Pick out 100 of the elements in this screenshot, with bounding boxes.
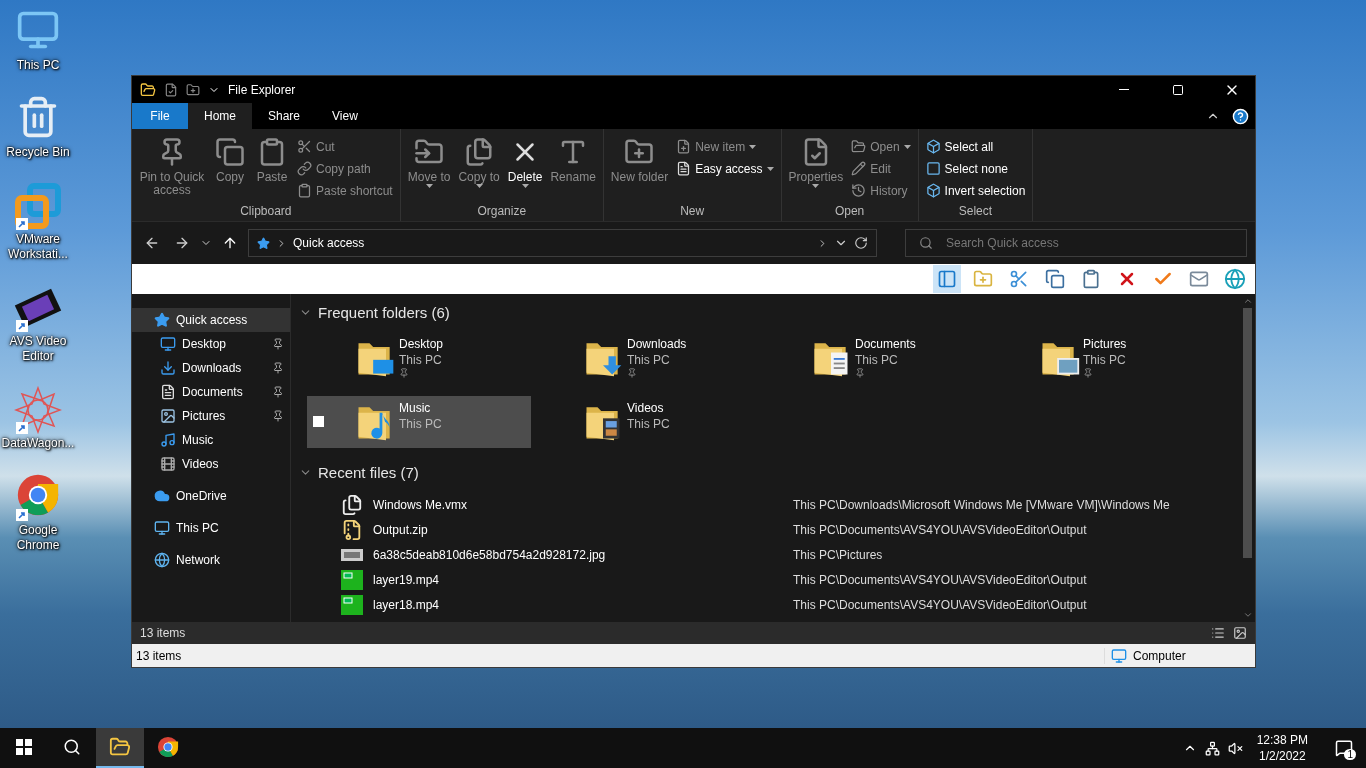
item-count: 13 items — [140, 626, 187, 640]
network-icon[interactable] — [1204, 740, 1220, 756]
ribbon-button[interactable]: Select none — [922, 159, 1029, 178]
nav-item[interactable]: Music — [132, 428, 290, 452]
ribbon-tab[interactable]: Home — [188, 103, 252, 129]
file-name[interactable]: 6a38c5deab810d6e58bd754a2d928172.jpg — [373, 547, 793, 562]
nav-item[interactable]: Documents — [132, 380, 290, 404]
clipboard-icon — [297, 183, 312, 198]
file-name[interactable]: layer19.mp4 — [373, 572, 793, 587]
nav-item[interactable]: Videos — [132, 452, 290, 476]
scroll-up-icon[interactable] — [1242, 296, 1253, 306]
group-label: New — [679, 203, 706, 220]
forward-arrow-icon — [174, 235, 190, 251]
file-path: This PC\Downloads\Microsoft Windows Me [VMware VM]\Windows Me — [793, 497, 1171, 512]
minimize-icon — [1119, 89, 1129, 90]
nav-item[interactable]: Quick access — [132, 308, 290, 332]
file-menu-tab[interactable]: File — [132, 103, 188, 129]
ribbon-tab[interactable]: View — [316, 103, 374, 129]
section-title: Recent files (7) — [318, 463, 419, 481]
large-icons-view-icon[interactable] — [1233, 626, 1247, 640]
window-title: File Explorer — [228, 82, 297, 97]
envelope-icon — [1189, 269, 1209, 289]
preview-pane-button[interactable] — [933, 265, 961, 293]
archive-icon — [341, 518, 363, 541]
cloud-icon — [154, 488, 170, 504]
search-field[interactable]: Search Quick access — [905, 229, 1247, 257]
ribbon-button[interactable]: Select all — [922, 137, 1029, 156]
folder-tile[interactable]: Documents This PC — [763, 332, 987, 384]
network-globe-icon — [154, 552, 170, 568]
browser-logo-icon — [157, 736, 179, 758]
files-icon — [464, 137, 495, 167]
video-file-icon — [341, 569, 363, 590]
download-arrow-icon — [160, 360, 176, 376]
history-icon — [851, 183, 867, 198]
star-pattern-icon — [14, 386, 62, 434]
folder-icon — [140, 81, 156, 98]
panel-icon — [937, 269, 957, 289]
message-icon — [1335, 739, 1353, 757]
properties-check-icon[interactable] — [164, 82, 178, 97]
overlapping-squares-icon — [14, 182, 62, 230]
copy-icon — [1045, 269, 1065, 289]
clock[interactable]: 12:38 PM 1/2/2022 — [1250, 732, 1314, 764]
maximize-icon — [1172, 83, 1184, 96]
nav-item[interactable]: Downloads — [132, 356, 290, 380]
file-path: This PC\Documents\AVS4YOU\AVSVideoEditor\Output — [793, 597, 1088, 612]
folder-tile[interactable]: Music This PC — [307, 396, 531, 448]
nav-item[interactable]: OneDrive — [132, 484, 290, 508]
file-name[interactable]: Output.zip — [373, 522, 793, 537]
desktop-shortcut[interactable]: This PC — [0, 8, 76, 73]
folder-tile[interactable]: Downloads This PC — [535, 332, 759, 384]
star-icon — [257, 236, 270, 250]
file-path: This PC\Documents\AVS4YOU\AVSVideoEditor\Output — [793, 522, 1088, 537]
group-label: Open — [833, 203, 866, 220]
nav-item[interactable]: Desktop — [132, 332, 290, 356]
file-path: This PC\Pictures — [793, 547, 884, 562]
search-icon — [63, 738, 81, 756]
browser-logo-icon — [16, 473, 60, 517]
folder-icon — [109, 736, 131, 758]
folder-tile[interactable]: Videos This PC — [535, 396, 759, 448]
scrollbar-thumb[interactable] — [1243, 308, 1252, 558]
group-label: Select — [957, 203, 994, 220]
picture-icon — [160, 408, 176, 424]
file-name[interactable]: Windows Me.vmx — [373, 497, 793, 512]
ribbon-tab[interactable]: Share — [252, 103, 317, 129]
nav-item[interactable]: Network — [132, 548, 290, 572]
notifications-button[interactable]: 1 — [1322, 728, 1366, 768]
item-count: 13 items — [136, 648, 183, 663]
details-view-icon[interactable] — [1211, 626, 1225, 640]
image-thumbnail-icon — [341, 548, 363, 561]
volume-muted-icon[interactable] — [1227, 740, 1243, 756]
folder-tile[interactable]: Pictures This PC — [991, 332, 1215, 384]
open-folder-icon — [851, 139, 867, 154]
file-name[interactable]: layer18.mp4 — [373, 597, 793, 612]
monitor-icon — [160, 336, 176, 352]
file-path: This PC\Documents\AVS4YOU\AVSVideoEditor\Output — [793, 572, 1088, 587]
video-file-icon — [341, 594, 363, 615]
desktop-shortcut[interactable]: Google Chrome — [0, 473, 76, 553]
refresh-icon[interactable] — [854, 236, 868, 250]
computer-icon — [154, 520, 170, 536]
ribbon-button[interactable]: Delete — [504, 133, 546, 203]
taskbar-app[interactable] — [96, 728, 144, 768]
zone-label: Computer — [1133, 648, 1186, 663]
nav-item[interactable]: Pictures — [132, 404, 290, 428]
star-icon — [154, 312, 170, 328]
music-note-icon — [160, 432, 176, 448]
scroll-down-icon[interactable] — [1242, 610, 1253, 620]
document-icon — [160, 384, 176, 400]
ribbon-button[interactable]: Invert selection — [922, 181, 1029, 200]
new-folder-icon[interactable] — [186, 82, 200, 97]
windows-logo-icon — [16, 739, 32, 755]
nav-item[interactable]: This PC — [132, 516, 290, 540]
help-icon[interactable] — [1232, 107, 1249, 125]
address-bar[interactable]: Quick access — [248, 229, 877, 257]
globe-icon — [1224, 268, 1246, 290]
checkbox[interactable] — [313, 416, 324, 427]
scissors-icon — [1009, 269, 1029, 289]
new-file-icon — [676, 139, 692, 154]
computer-icon — [1111, 647, 1127, 664]
folder-tile[interactable]: Desktop This PC — [307, 332, 531, 384]
ribbon-button[interactable]: Easy access — [673, 159, 777, 178]
